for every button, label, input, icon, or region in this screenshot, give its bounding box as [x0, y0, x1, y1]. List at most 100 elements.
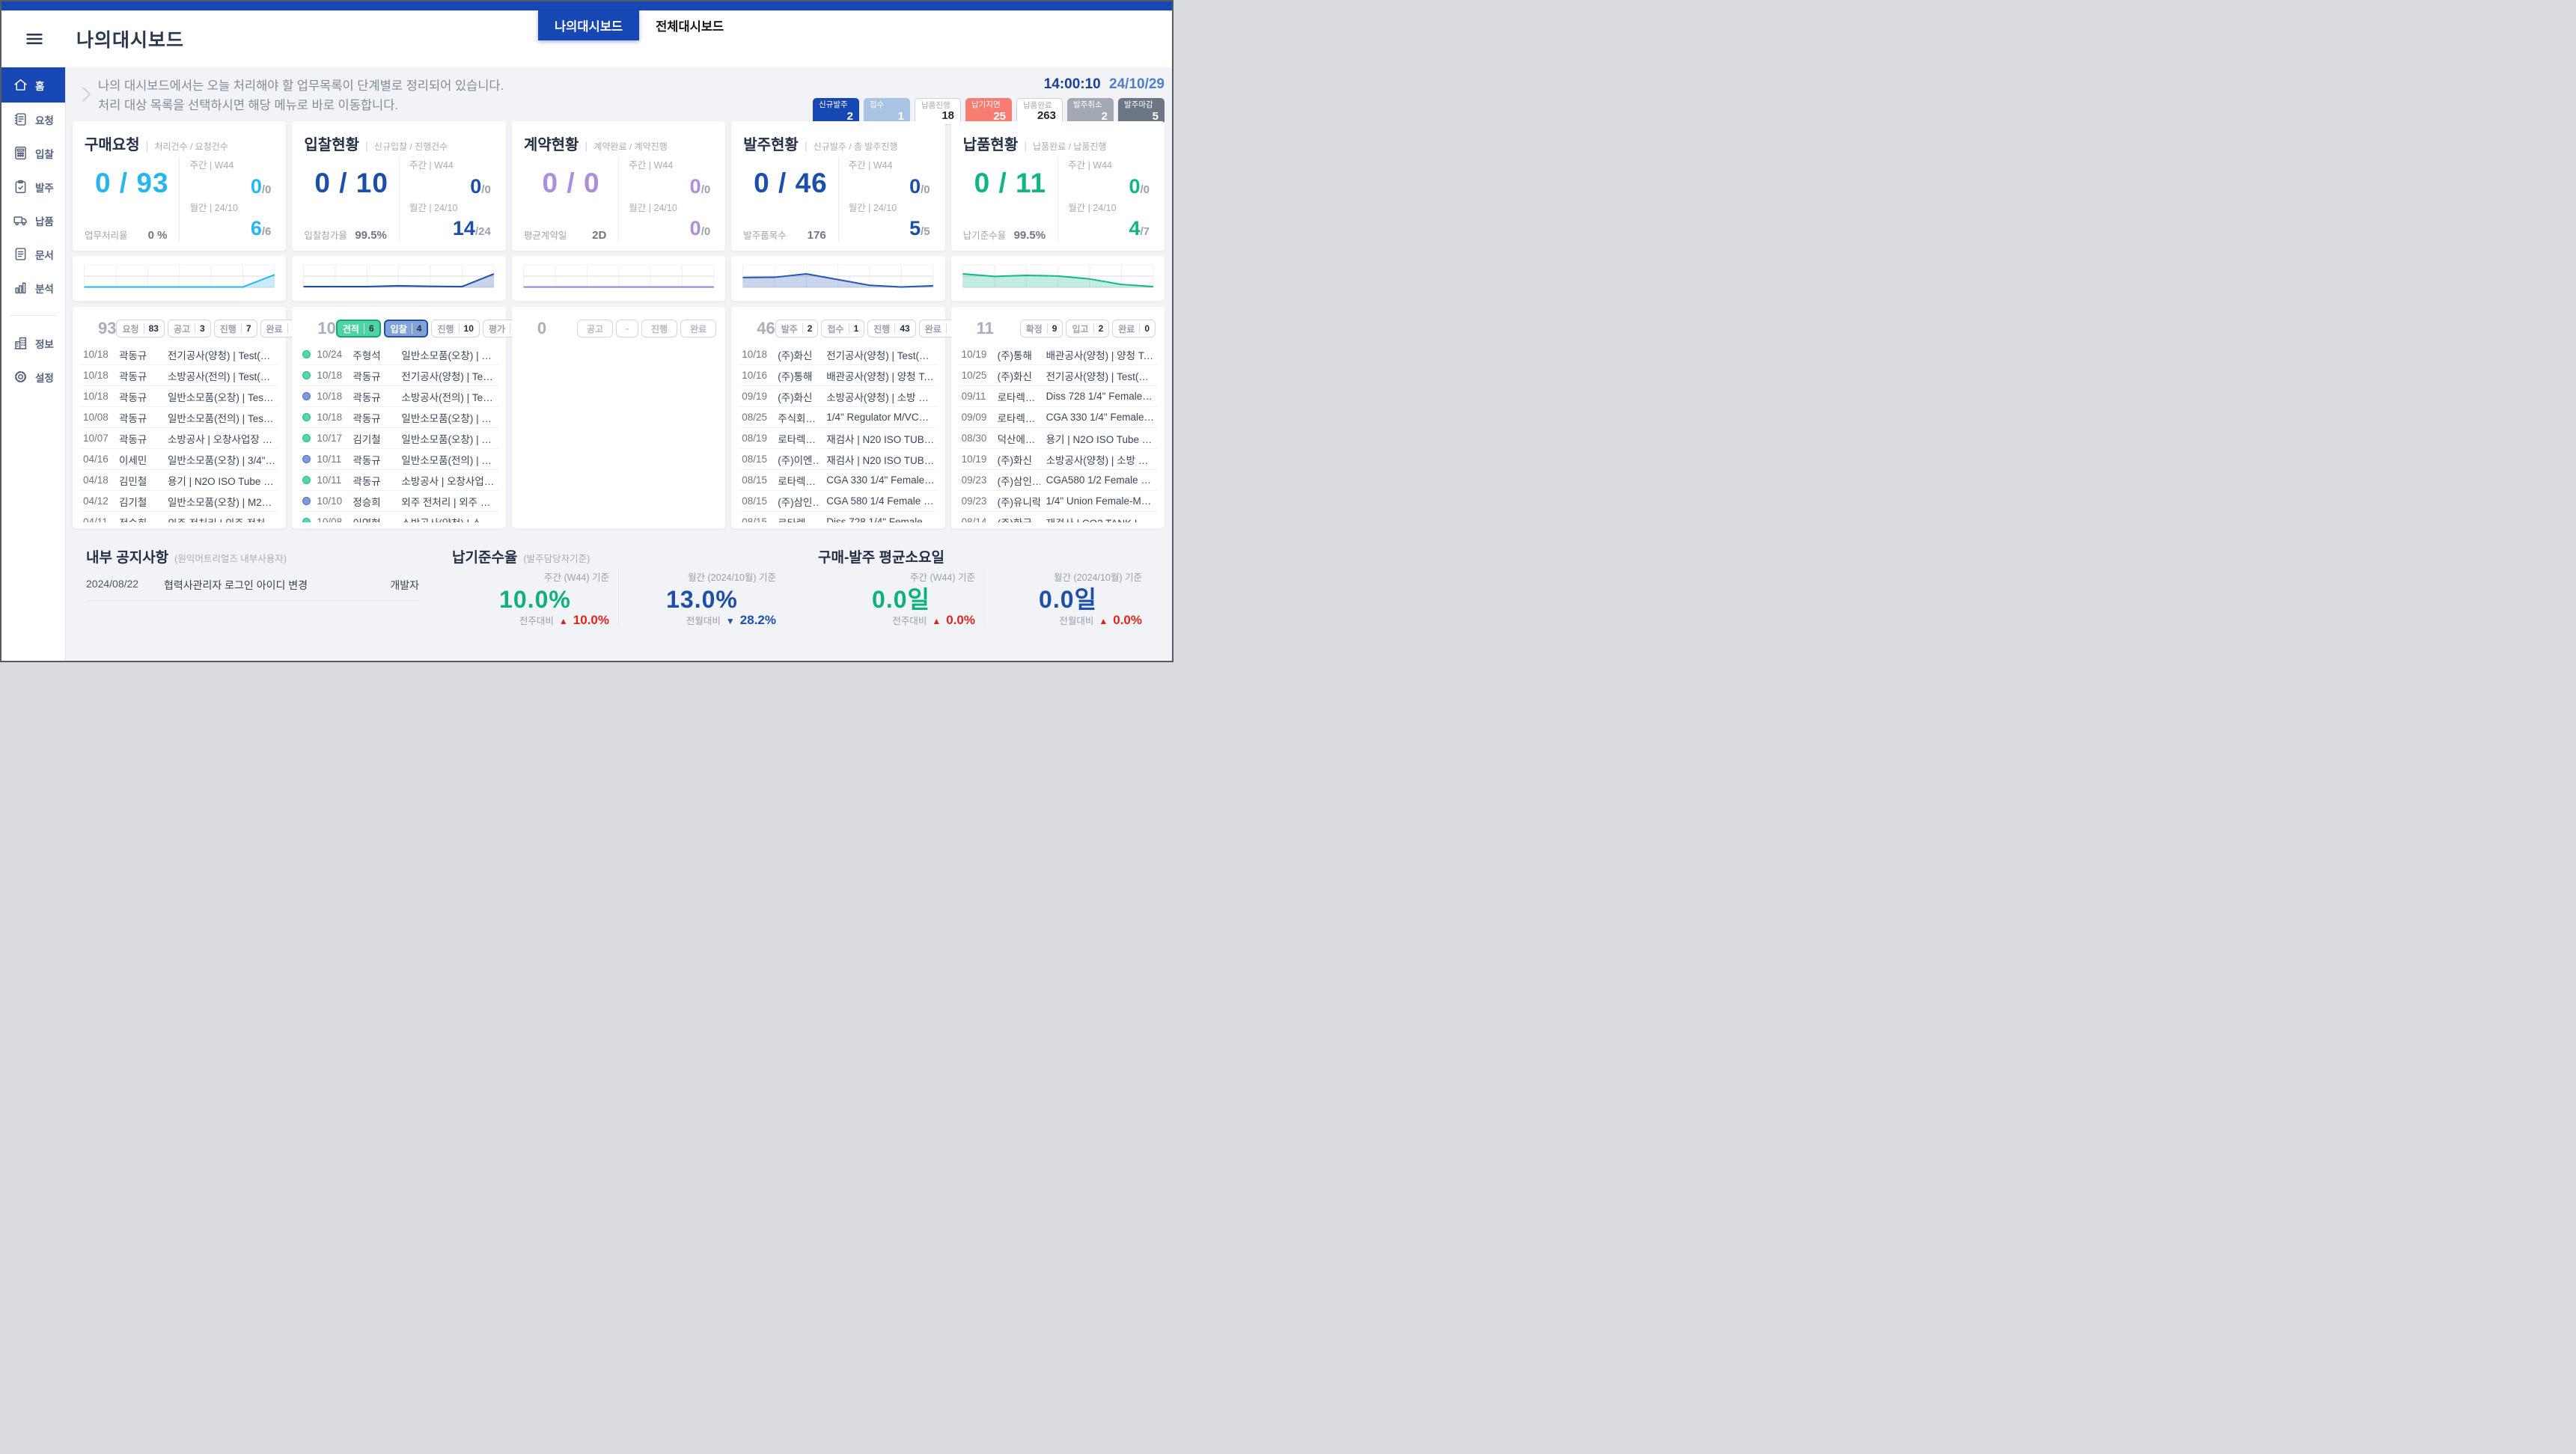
- kpi-card-2[interactable]: 입찰현황|신규입찰 / 진행건수0 / 10입찰참가율99.5%주간 | W44…: [292, 121, 505, 251]
- list-item[interactable]: 08/30덕산에…용기 | N2O ISO Tube 2대 (Ta…: [959, 428, 1157, 449]
- menu-icon[interactable]: [24, 28, 45, 49]
- list-item[interactable]: 08/15로타렉…CGA 330 1/4" Female VCR | -…: [739, 470, 937, 491]
- kpi-card-1[interactable]: 구매요청|처리건수 / 요청건수0 / 93업무처리율0 %주간 | W440/…: [73, 121, 286, 251]
- list-item[interactable]: 10/08이연형소방공사(양청) | 소화전 도…: [299, 512, 498, 522]
- list-item[interactable]: 08/15(주)이엔…재검사 | N20 ISO TUBE Neck …: [739, 449, 937, 470]
- chevron-right-icon: [79, 79, 94, 109]
- sidebar-item-company-building[interactable]: 정보: [1, 326, 65, 360]
- filter-chip-muted[interactable]: -: [616, 320, 638, 337]
- work-list-count: 10: [317, 319, 335, 338]
- filter-chip-muted[interactable]: 진행: [641, 320, 677, 337]
- list-item[interactable]: 10/18(주)화신전기공사(양청) | Test(10/18)-…: [739, 344, 937, 365]
- sidebar-item-bid-calculator[interactable]: 입찰: [1, 136, 65, 170]
- status-dot-blue: [302, 392, 311, 400]
- sidebar-item-analysis-chart[interactable]: 분석: [1, 271, 65, 305]
- kpi-weekly-value: 0/0: [409, 177, 494, 200]
- list-item[interactable]: 10/18곽동규전기공사(양청) | Test(10/18)-…: [80, 344, 278, 365]
- tab-all-dashboard[interactable]: 전체대시보드: [639, 10, 740, 40]
- sidebar-item-home[interactable]: 홈: [1, 67, 65, 103]
- filter-chip-outline[interactable]: 접수1: [821, 320, 864, 337]
- list-item[interactable]: 10/25(주)화신전기공사(양청) | Test(10/18)-…: [959, 365, 1157, 386]
- list-item[interactable]: 10/17김기철일반소모품(오창) | M20V P…: [299, 428, 498, 449]
- filter-chip-outline[interactable]: 요청83: [116, 320, 164, 337]
- list-item[interactable]: 09/09로타렉…CGA 330 1/4" Female VCR | -…: [959, 407, 1157, 428]
- list-item-name: (주)화신: [998, 368, 1040, 383]
- list-item[interactable]: 08/25주식회…1/4" Regulator M/VCR 3000/…: [739, 407, 937, 428]
- list-item[interactable]: 10/18곽동규소방공사(전의) | Test(10/1…: [299, 386, 498, 407]
- delivery-rate-monthly: 월간 (2024/10월) 기준13.0%전월대비▼28.2%: [618, 568, 785, 626]
- list-item[interactable]: 09/19(주)화신소방공사(양청) | 소방 작동기능…: [739, 386, 937, 407]
- work-list-rows: 10/24주형석일반소모품(오창) | TS-510-…10/18곽동규전기공사…: [299, 344, 498, 522]
- filter-chip-muted[interactable]: 완료: [680, 320, 716, 337]
- kpi-metric-label: 업무처리율: [85, 227, 128, 242]
- list-item[interactable]: 10/10정승희외주 전처리 | 외주 전처리(리…: [299, 491, 498, 512]
- list-item[interactable]: 10/18곽동규일반소모품(오창) | Test(10/…: [299, 407, 498, 428]
- kpi-monthly-count: 4: [1129, 217, 1140, 239]
- list-item[interactable]: 10/16(주)통해배관공사(양청) | 양청 Test 공사: [739, 365, 937, 386]
- filter-chip-outline[interactable]: 진행7: [214, 320, 257, 337]
- filter-chip-muted[interactable]: 공고: [577, 320, 613, 337]
- list-item[interactable]: 10/18곽동규일반소모품(오창) | Test(10/18…: [80, 386, 278, 407]
- avg-days-weekly-delta: 0.0%: [946, 613, 975, 628]
- list-item[interactable]: 10/19(주)통해배관공사(양청) | 양청 Test 공사: [959, 344, 1157, 365]
- list-item[interactable]: 08/15로타렉…Diss 728 1/4" Female VCR | -…: [739, 512, 937, 522]
- sidebar-item-order-clipboard[interactable]: 발주: [1, 170, 65, 204]
- sidebar-item-delivery-truck[interactable]: 납품: [1, 204, 65, 237]
- sparkline-row: [73, 256, 1165, 301]
- filter-chip-outline[interactable]: 확정9: [1020, 320, 1063, 337]
- kpi-period-block: 주간 | W440/0월간 | 24/104/7: [1057, 157, 1153, 242]
- list-item[interactable]: 09/23(주)삼인…CGA580 1/2 Female VCR | - …: [959, 470, 1157, 491]
- list-item[interactable]: 08/15(주)삼인…CGA 580 1/4 Female VCR | - …: [739, 491, 937, 512]
- list-item[interactable]: 09/11로타렉…Diss 728 1/4" Female VCR | -…: [959, 386, 1157, 407]
- kpi-monthly: 월간 | 24/1014/24: [409, 200, 494, 242]
- list-item[interactable]: 04/11정승희외주 전처리 | 외주 전처리(리드…: [80, 512, 278, 522]
- list-item[interactable]: 10/19(주)화신소방공사(양청) | 소방 작동기능…: [959, 449, 1157, 470]
- list-item[interactable]: 10/07곽동규소방공사 | 오창사업장 소방공…: [80, 428, 278, 449]
- list-item[interactable]: 10/18곽동규전기공사(양청) | Test(10/1…: [299, 365, 498, 386]
- list-item[interactable]: 08/14(주)한국…재검사 | CO2 TANK LORRY 재…: [959, 512, 1157, 522]
- list-item[interactable]: 04/16이세민일반소모품(오창) | 3/4" Air Be…: [80, 449, 278, 470]
- kpi-monthly-value: 4/7: [1068, 219, 1153, 242]
- kpi-card-subtitle: 처리건수 / 요청건수: [155, 140, 228, 153]
- filter-chip-value: 4: [412, 323, 422, 334]
- work-list-chips: 공고-진행완료: [577, 320, 716, 337]
- sidebar-item-settings-gear[interactable]: 설정: [1, 360, 65, 394]
- kpi-weekly-total: /0: [481, 183, 491, 196]
- filter-chip-outline[interactable]: 발주2: [775, 320, 819, 337]
- status-badge-value: 25: [993, 111, 1006, 122]
- list-item-date: 04/18: [83, 474, 113, 486]
- filter-chip-blue[interactable]: 입찰4: [384, 320, 429, 337]
- list-item[interactable]: 10/11곽동규일반소모품(전의) | Test 用 …: [299, 449, 498, 470]
- list-item-date: 10/18: [83, 391, 113, 402]
- list-item-date: 09/23: [962, 495, 992, 507]
- filter-chip-green[interactable]: 견적6: [336, 320, 381, 337]
- sidebar-item-request-notebook[interactable]: 요청: [1, 103, 65, 136]
- analysis-chart-icon: [13, 280, 28, 296]
- sidebar-item-document[interactable]: 문서: [1, 237, 65, 271]
- kpi-monthly-value: 6/6: [189, 219, 274, 242]
- list-item[interactable]: 09/23(주)유니락1/4" Union Female-Male VC…: [959, 491, 1157, 512]
- list-item-description: 용기 | N2O ISO Tube 2대 (Ta…: [1046, 431, 1154, 446]
- filter-chip-outline[interactable]: 진행10: [431, 320, 479, 337]
- list-item[interactable]: 04/12김기철일반소모품(오창) | M20V PP2-…: [80, 491, 278, 512]
- kpi-card-3[interactable]: 계약현황|계약완료 / 계약진행0 / 0평균계약일2D주간 | W440/0월…: [512, 121, 725, 251]
- tab-my-dashboard[interactable]: 나의대시보드: [538, 10, 639, 40]
- filter-chip-outline[interactable]: 공고3: [168, 320, 211, 337]
- kpi-card-5[interactable]: 납품현황|납품완료 / 납품진행0 / 11납기준수율99.5%주간 | W44…: [951, 121, 1165, 251]
- kpi-card-4[interactable]: 발주현황|신규발주 / 총 발주진행0 / 46발주품목수176주간 | W44…: [731, 121, 944, 251]
- list-item[interactable]: 10/24주형석일반소모품(오창) | TS-510-…: [299, 344, 498, 365]
- list-item-description: CGA 330 1/4" Female VCR | -…: [1046, 412, 1154, 423]
- list-item-description: Diss 728 1/4" Female VCR | -…: [1046, 391, 1154, 402]
- list-item[interactable]: 10/08곽동규일반소모품(전의) | Test 用 Val…: [80, 407, 278, 428]
- list-item[interactable]: 04/18김민철용기 | N2O ISO Tube 2대 (Ta…: [80, 470, 278, 491]
- list-item[interactable]: 10/18곽동규소방공사(전의) | Test(10/18)-…: [80, 365, 278, 386]
- kpi-metric-value: 0 %: [148, 229, 168, 242]
- filter-chip-outline[interactable]: 입고2: [1066, 320, 1109, 337]
- filter-chip-outline[interactable]: 완료0: [1112, 320, 1156, 337]
- notice-item-text: 협력사관리자 로그인 아이디 변경: [164, 578, 382, 593]
- notice-item[interactable]: 2024/08/22협력사관리자 로그인 아이디 변경개발자: [86, 578, 419, 601]
- avg-days-monthly: 월간 (2024/10월) 기준0.0일전월대비▲0.0%: [984, 568, 1151, 626]
- list-item[interactable]: 08/19로타렉…재검사 | N20 ISO TUBE用 Pn…: [739, 428, 937, 449]
- list-item[interactable]: 10/11곽동규소방공사 | 오창사업장 소방…: [299, 470, 498, 491]
- filter-chip-outline[interactable]: 진행43: [867, 320, 915, 337]
